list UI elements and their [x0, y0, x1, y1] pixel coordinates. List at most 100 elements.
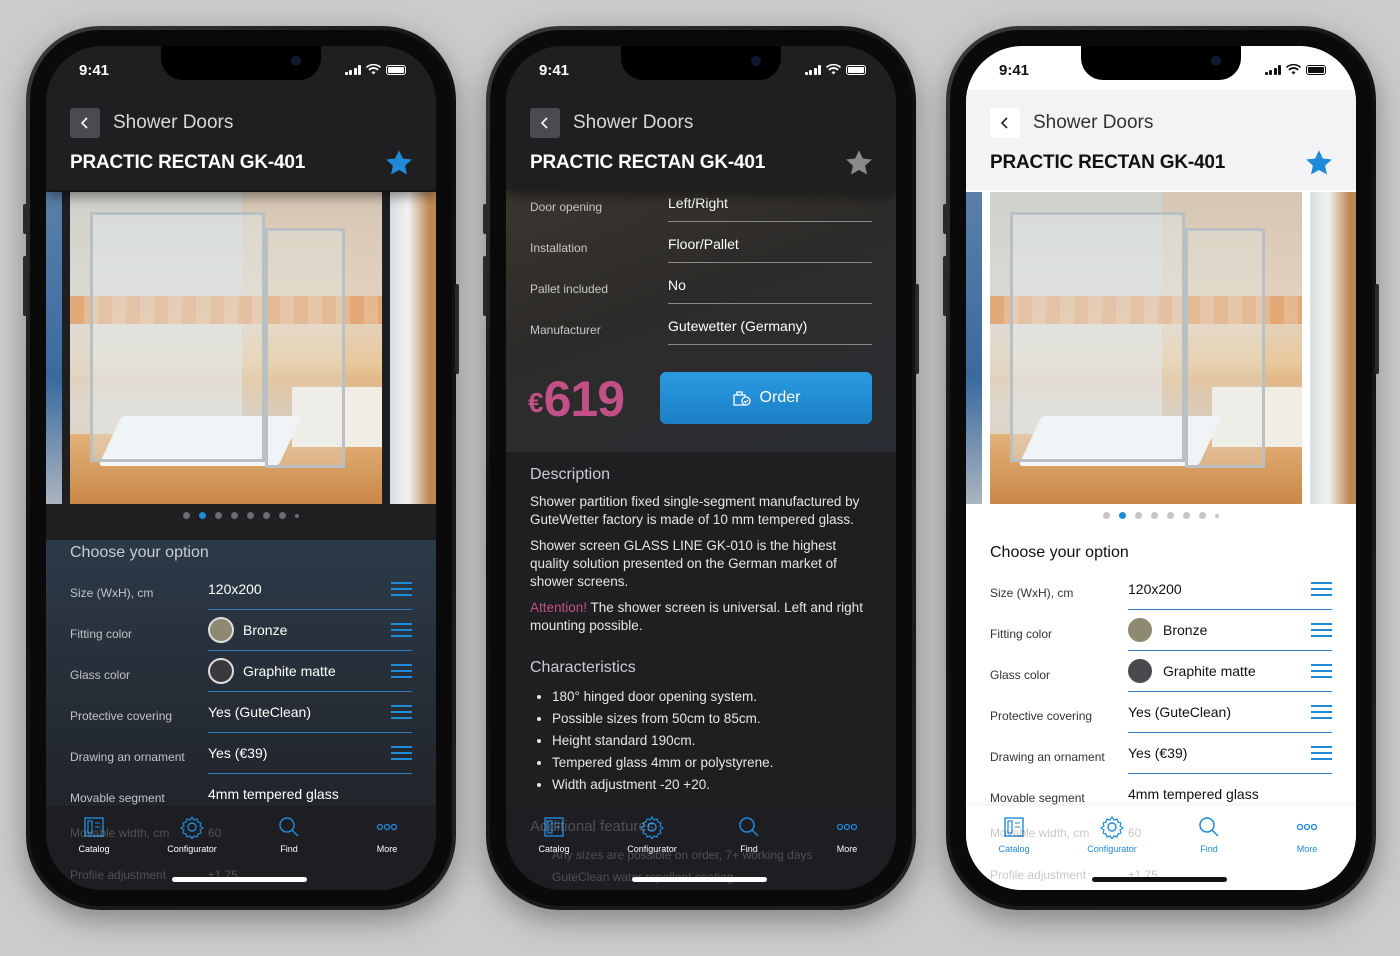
price: €619 [528, 370, 625, 428]
list-menu-icon[interactable] [1311, 746, 1332, 760]
option-value: Bronze [1163, 622, 1208, 638]
favorite-star-icon[interactable] [844, 148, 874, 178]
option-row-fitting-color[interactable]: Fitting color Bronze [70, 615, 412, 656]
product-image[interactable] [990, 192, 1302, 504]
option-label: Protective covering [990, 709, 1093, 723]
characteristics-title: Characteristics [530, 659, 636, 676]
notch [621, 46, 781, 80]
tab-more[interactable]: More [812, 814, 882, 854]
page-dot-active[interactable] [199, 512, 206, 519]
product-image[interactable] [70, 192, 382, 504]
order-label: Order [759, 389, 801, 406]
order-button[interactable]: Order [660, 372, 872, 424]
option-row-ornament[interactable]: Drawing an ornament Yes (€39) [990, 738, 1332, 779]
price-currency: € [528, 387, 544, 418]
list-menu-icon[interactable] [391, 623, 412, 637]
list-menu-icon[interactable] [391, 705, 412, 719]
more-icon [376, 823, 398, 831]
list-menu-icon[interactable] [1311, 664, 1332, 678]
list-menu-icon[interactable] [391, 664, 412, 678]
back-button[interactable] [530, 108, 560, 138]
option-value: Graphite matte [1163, 663, 1256, 679]
option-row-size[interactable]: Size (WxH), cm 120x200 [990, 574, 1332, 615]
tab-find[interactable]: Find [1174, 814, 1244, 854]
list-item: Width adjustment -20 +20. [552, 774, 872, 796]
tab-label: More [1296, 844, 1318, 854]
list-menu-icon[interactable] [1311, 705, 1332, 719]
option-row-size[interactable]: Size (WxH), cm 120x200 [70, 574, 412, 615]
page-dot[interactable] [183, 512, 190, 519]
list-menu-icon[interactable] [391, 582, 412, 596]
wifi-icon [366, 64, 381, 75]
favorite-star-icon[interactable] [384, 148, 414, 178]
faded-list-item: Any sizes are possible on order, 7+ work… [552, 848, 813, 862]
option-row-glass-color[interactable]: Glass color Graphite matte [990, 656, 1332, 697]
tab-more[interactable]: More [1272, 814, 1342, 854]
page-dot[interactable] [263, 512, 270, 519]
list-item: Tempered glass 4mm or polystyrene. [552, 752, 872, 774]
list-item: Possible sizes from 50cm to 85cm. [552, 708, 872, 730]
spec-label: Pallet included [530, 282, 609, 296]
breadcrumb[interactable]: Shower Doors [113, 112, 233, 134]
spec-label: Installation [530, 241, 588, 255]
spec-value: Left/Right [668, 195, 728, 211]
color-swatch [1128, 659, 1152, 683]
option-label: Protective covering [70, 709, 173, 723]
page-dot[interactable] [1151, 512, 1158, 519]
home-indicator[interactable] [632, 877, 767, 882]
option-row-protective-covering[interactable]: Protective covering Yes (GuteClean) [990, 697, 1332, 738]
breadcrumb[interactable]: Shower Doors [573, 112, 693, 134]
page-dot[interactable] [231, 512, 238, 519]
description-paragraph: Shower screen GLASS LINE GK-010 is the h… [530, 538, 837, 589]
page-dot[interactable] [1135, 512, 1142, 519]
tab-more[interactable]: More [352, 814, 422, 854]
page-dot[interactable] [279, 512, 286, 519]
gallery-pagination[interactable] [966, 512, 1356, 519]
list-menu-icon[interactable] [1311, 623, 1332, 637]
image-gallery[interactable] [46, 192, 436, 504]
favorite-star-icon[interactable] [1304, 148, 1334, 178]
status-time: 9:41 [79, 62, 110, 79]
gallery-pagination[interactable] [46, 512, 436, 519]
breadcrumb[interactable]: Shower Doors [1033, 112, 1153, 134]
option-row-fitting-color[interactable]: Fitting color Bronze [990, 615, 1332, 656]
option-value: Bronze [243, 622, 288, 638]
page-dot[interactable] [1215, 513, 1219, 518]
option-row-ornament[interactable]: Drawing an ornament Yes (€39) [70, 738, 412, 779]
page-title: PRACTIC RECTAN GK-401 [990, 152, 1226, 173]
back-button[interactable] [990, 108, 1020, 138]
price-amount: 619 [543, 371, 625, 427]
list-menu-icon[interactable] [391, 746, 412, 760]
option-row-protective-covering[interactable]: Protective covering Yes (GuteClean) [70, 697, 412, 738]
gallery-prev-image[interactable] [966, 192, 982, 504]
page-title: PRACTIC RECTAN GK-401 [530, 152, 766, 173]
option-value: 120x200 [1128, 581, 1182, 597]
page-dot-active[interactable] [1119, 512, 1126, 519]
image-gallery[interactable] [966, 192, 1356, 504]
description-paragraph: Attention! The shower screen is universa… [530, 599, 872, 635]
page-dot[interactable] [247, 512, 254, 519]
gallery-next-image[interactable] [1310, 192, 1356, 504]
back-button[interactable] [70, 108, 100, 138]
page-dot[interactable] [295, 513, 299, 518]
screen-dark-options: 9:41 Shower Doors PRACTIC RECTAN GK-401 [46, 46, 436, 890]
faded-option-label: Profile adjustment [990, 868, 1087, 882]
page-dot[interactable] [1103, 512, 1110, 519]
gallery-prev-image[interactable] [46, 192, 62, 504]
home-indicator[interactable] [1092, 877, 1227, 882]
tab-find[interactable]: Find [254, 814, 324, 854]
faded-section-title: Additional features [530, 818, 655, 835]
battery-icon [1306, 64, 1326, 75]
page-dot[interactable] [215, 512, 222, 519]
home-indicator[interactable] [172, 877, 307, 882]
list-menu-icon[interactable] [1311, 582, 1332, 596]
option-label: Fitting color [70, 627, 133, 641]
battery-icon [846, 64, 866, 75]
option-row-glass-color[interactable]: Glass color Graphite matte [70, 656, 412, 697]
page-dot[interactable] [1199, 512, 1206, 519]
page-dot[interactable] [1167, 512, 1174, 519]
option-label: Drawing an ornament [70, 750, 185, 764]
spec-row-installation: Installation Floor/Pallet [530, 231, 872, 272]
gallery-next-image[interactable] [390, 192, 436, 504]
page-dot[interactable] [1183, 512, 1190, 519]
